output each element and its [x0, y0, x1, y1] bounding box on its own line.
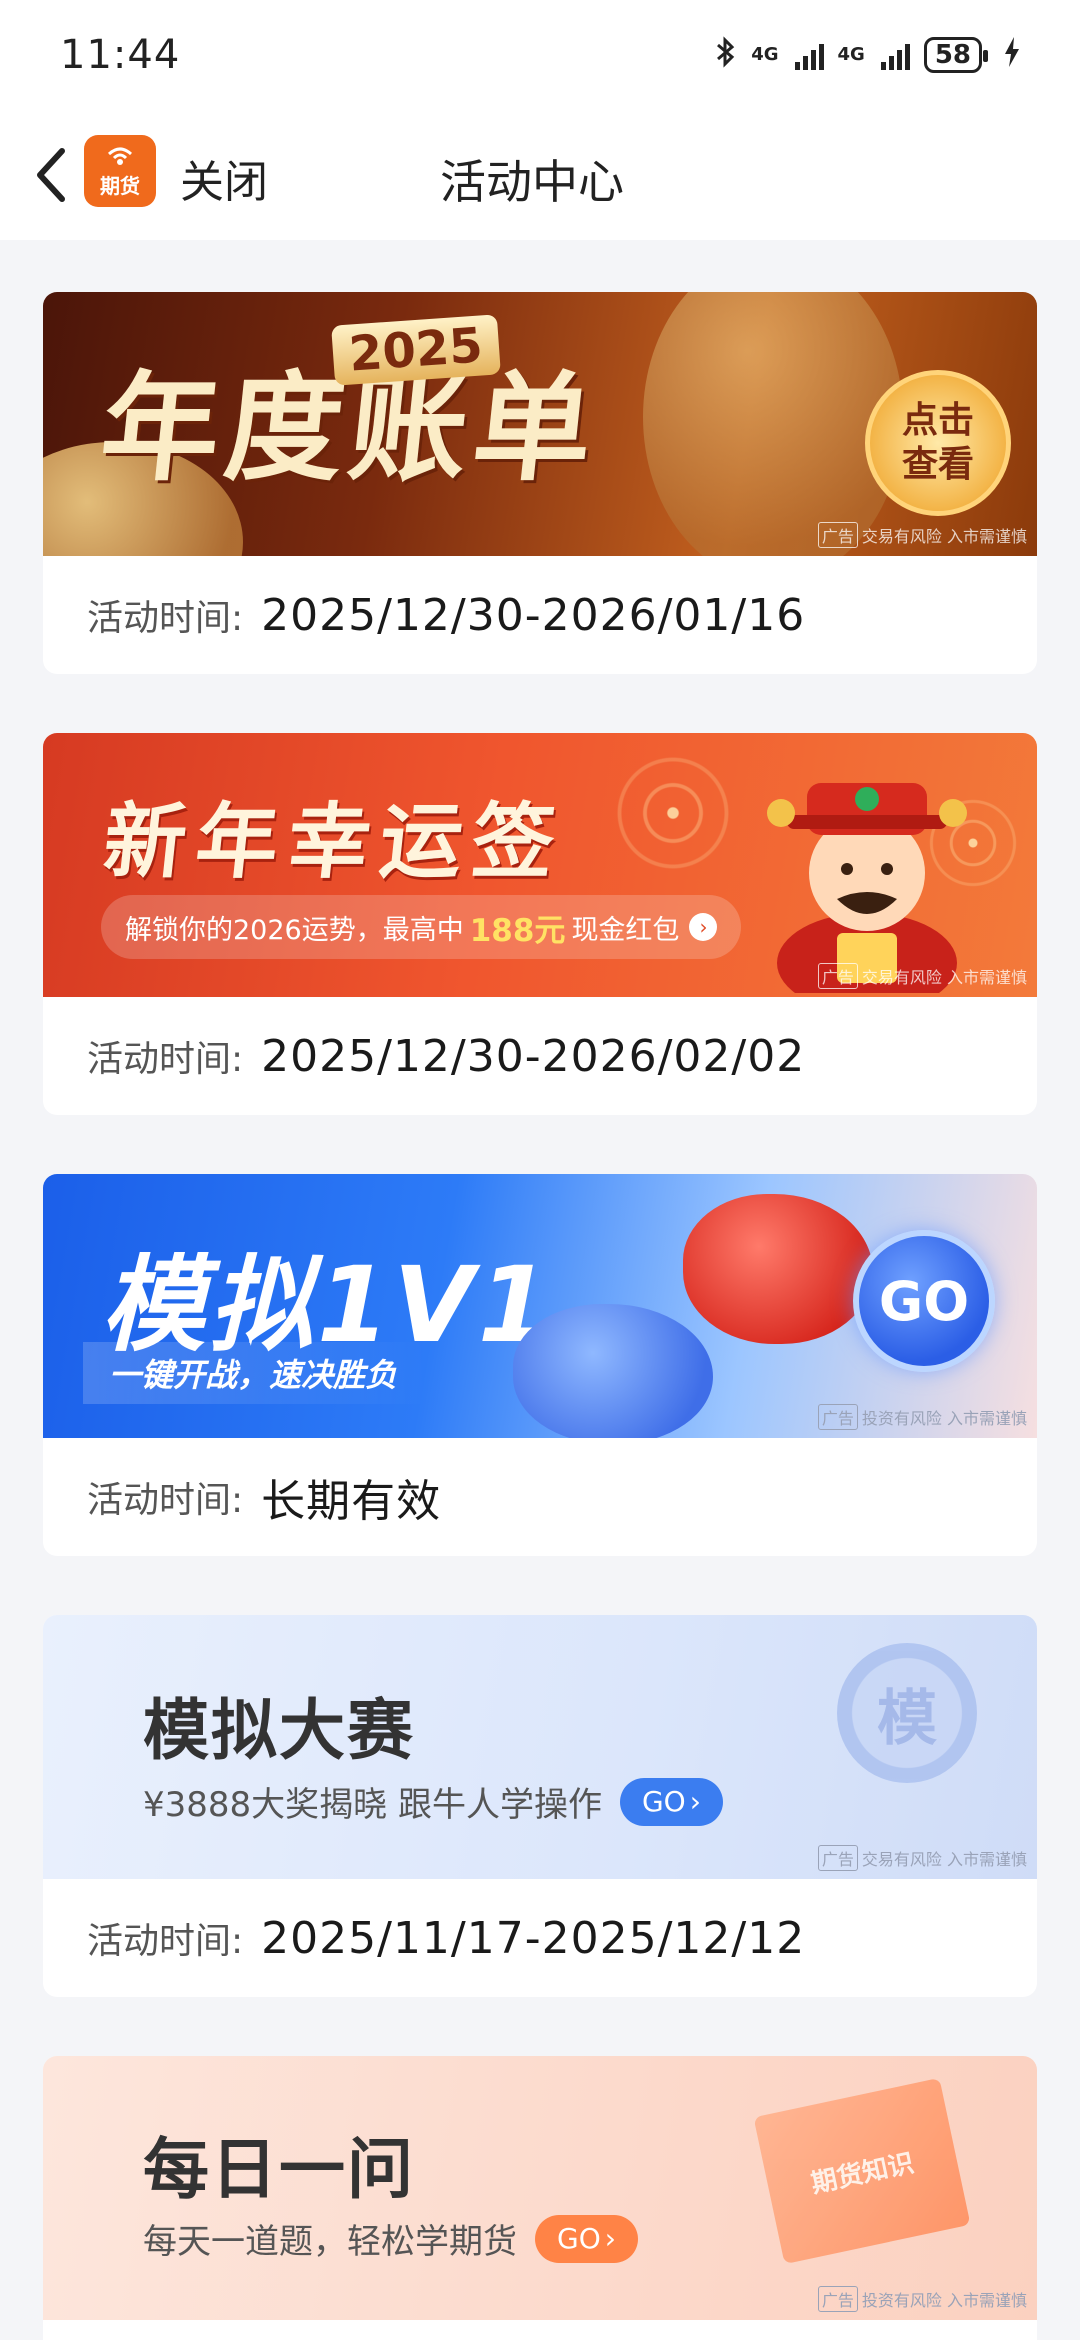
app-logo: 期货: [84, 135, 156, 207]
red-glove-icon: [683, 1194, 873, 1344]
medal-icon: 模: [837, 1643, 977, 1783]
blue-glove-icon: [513, 1304, 713, 1438]
cta-highlight: 188元: [469, 912, 566, 949]
risk-note: 交易有风险 入市需谨慎: [861, 968, 1027, 987]
chevron-right-icon: ›: [604, 2222, 616, 2255]
lucky-draw-cta[interactable]: 解锁你的2026运势，最高中 188元 现金红包 ›: [101, 895, 742, 959]
signal-icon: [880, 40, 910, 70]
time-label: 活动时间:: [87, 1039, 244, 1080]
ad-tag: 广告: [817, 1404, 858, 1430]
banner-title: 模拟大赛: [143, 1692, 415, 1769]
ad-disclaimer: 广告 交易有风险 入市需谨慎: [817, 522, 1027, 548]
go-label: GO: [557, 2222, 601, 2255]
banner-lucky-draw[interactable]: 新年幸运签 解锁你的2026运势，最高中 188元 现金红包 › 广告 交易有风…: [43, 733, 1037, 997]
risk-note: 投资有风险 入市需谨慎: [861, 2291, 1027, 2310]
signal-wave-icon: [107, 147, 133, 165]
ad-disclaimer: 广告 投资有风险 入市需谨慎: [817, 2286, 1027, 2312]
banner-subtitle-row: 每天一道题，轻松学期货 GO ›: [143, 2214, 638, 2263]
page-title: 活动中心: [440, 155, 624, 209]
fortune-god-illustration: [767, 783, 967, 993]
chevron-right-icon: ›: [689, 1785, 701, 1818]
network-type-1: 4G: [751, 44, 779, 65]
signal-icon: [794, 40, 824, 70]
chevron-left-icon: [37, 148, 65, 202]
chevron-right-icon: ›: [689, 913, 718, 941]
back-button[interactable]: [26, 140, 76, 210]
status-icons: 4G 4G 58: [715, 35, 1020, 75]
decor-hill: [643, 292, 903, 556]
activity-card-sim-1v1[interactable]: 模拟1V1 一键开战，速决胜负 GO 广告 投资有风险 入市需谨慎 活动时间: 长…: [43, 1174, 1037, 1556]
go-button[interactable]: GO ›: [619, 1777, 723, 1826]
card-footer: 活动时间: 2025/12/30-2026/02/02: [43, 997, 1037, 1115]
bluetooth-icon: [715, 35, 737, 75]
ad-tag: 广告: [817, 963, 858, 989]
banner-subtitle: ¥3888大奖揭晓 跟牛人学操作: [143, 1785, 602, 1825]
banner-title: 每日一问: [143, 2131, 415, 2208]
firework-decor: [583, 733, 763, 903]
cta-text-suffix: 现金红包: [571, 914, 680, 946]
ad-tag: 广告: [817, 1845, 858, 1871]
banner-daily-question[interactable]: 每日一问 每天一道题，轻松学期货 GO › 期货知识 广告 投资有风险 入市需谨慎: [43, 2056, 1037, 2320]
banner-title: 新年幸运签: [99, 794, 570, 890]
status-bar: 11:44 4G 4G 58: [0, 0, 1080, 110]
banner-sim-contest[interactable]: 模拟大赛 ¥3888大奖揭晓 跟牛人学操作 GO › 模 广告 交易有风险 入市需谨…: [43, 1615, 1037, 1879]
card-footer: 活动时间: 长期有效: [43, 1438, 1037, 1556]
activity-card-daily-question[interactable]: 每日一问 每天一道题，轻松学期货 GO › 期货知识 广告 投资有风险 入市需谨慎: [43, 2056, 1037, 2340]
card-footer: 活动时间: 2025/11/17-2025/12/12: [43, 1879, 1037, 1997]
ad-disclaimer: 广告 交易有风险 入市需谨慎: [817, 963, 1027, 989]
risk-note: 交易有风险 入市需谨慎: [861, 1850, 1027, 1869]
view-button[interactable]: 点击查看: [865, 370, 1011, 516]
ad-tag: 广告: [817, 2286, 858, 2312]
time-label: 活动时间:: [87, 598, 244, 639]
close-button[interactable]: 关闭: [180, 146, 268, 210]
activity-card-sim-contest[interactable]: 模拟大赛 ¥3888大奖揭晓 跟牛人学操作 GO › 模 广告 交易有风险 入市需谨…: [43, 1615, 1037, 1997]
ad-tag: 广告: [817, 522, 858, 548]
time-value: 2025/12/30-2026/01/16: [261, 589, 806, 641]
time-value: 2025/11/17-2025/12/12: [261, 1912, 806, 1964]
ad-disclaimer: 广告 交易有风险 入市需谨慎: [817, 1845, 1027, 1871]
nav-bar: 期货 关闭 活动中心: [0, 110, 1080, 240]
status-time: 11:44: [60, 32, 181, 78]
time-value: 长期有效: [261, 1476, 442, 1527]
risk-note: 投资有风险 入市需谨慎: [861, 1409, 1027, 1428]
banner-year-badge: 2025: [331, 314, 501, 386]
network-type-2: 4G: [837, 44, 865, 65]
time-label: 活动时间:: [87, 1480, 244, 1521]
go-button[interactable]: GO: [853, 1230, 995, 1372]
time-value: 2025/12/30-2026/02/02: [261, 1030, 806, 1082]
ad-disclaimer: 广告 投资有风险 入市需谨慎: [817, 1404, 1027, 1430]
time-label: 活动时间:: [87, 1921, 244, 1962]
go-label: GO: [641, 1785, 686, 1818]
card-footer: 活动时间: 2025/12/30-2026/01/16: [43, 556, 1037, 674]
banner-subtitle: 一键开战，速决胜负: [83, 1342, 428, 1404]
banner-subtitle: 每天一道题，轻松学期货: [143, 2222, 517, 2262]
app-logo-text: 期货: [100, 173, 140, 198]
battery-icon: 58: [923, 37, 989, 73]
activity-card-lucky-draw[interactable]: 新年幸运签 解锁你的2026运势，最高中 188元 现金红包 › 广告 交易有风…: [43, 733, 1037, 1115]
charging-icon: [1004, 36, 1020, 74]
banner-sim-1v1[interactable]: 模拟1V1 一键开战，速决胜负 GO 广告 投资有风险 入市需谨慎: [43, 1174, 1037, 1438]
view-button-label: 点击查看: [901, 400, 974, 485]
book-icon: 期货知识: [753, 2077, 971, 2265]
risk-note: 交易有风险 入市需谨慎: [861, 527, 1027, 546]
banner-subtitle-row: ¥3888大奖揭晓 跟牛人学操作 GO ›: [143, 1777, 723, 1826]
activity-card-annual-bill[interactable]: 年度账单 2025 点击查看 广告 交易有风险 入市需谨慎 活动时间: 2025/…: [43, 292, 1037, 674]
cta-text: 解锁你的2026运势，最高中: [125, 914, 464, 946]
go-button[interactable]: GO ›: [535, 2214, 638, 2263]
banner-annual-bill[interactable]: 年度账单 2025 点击查看 广告 交易有风险 入市需谨慎: [43, 292, 1037, 556]
